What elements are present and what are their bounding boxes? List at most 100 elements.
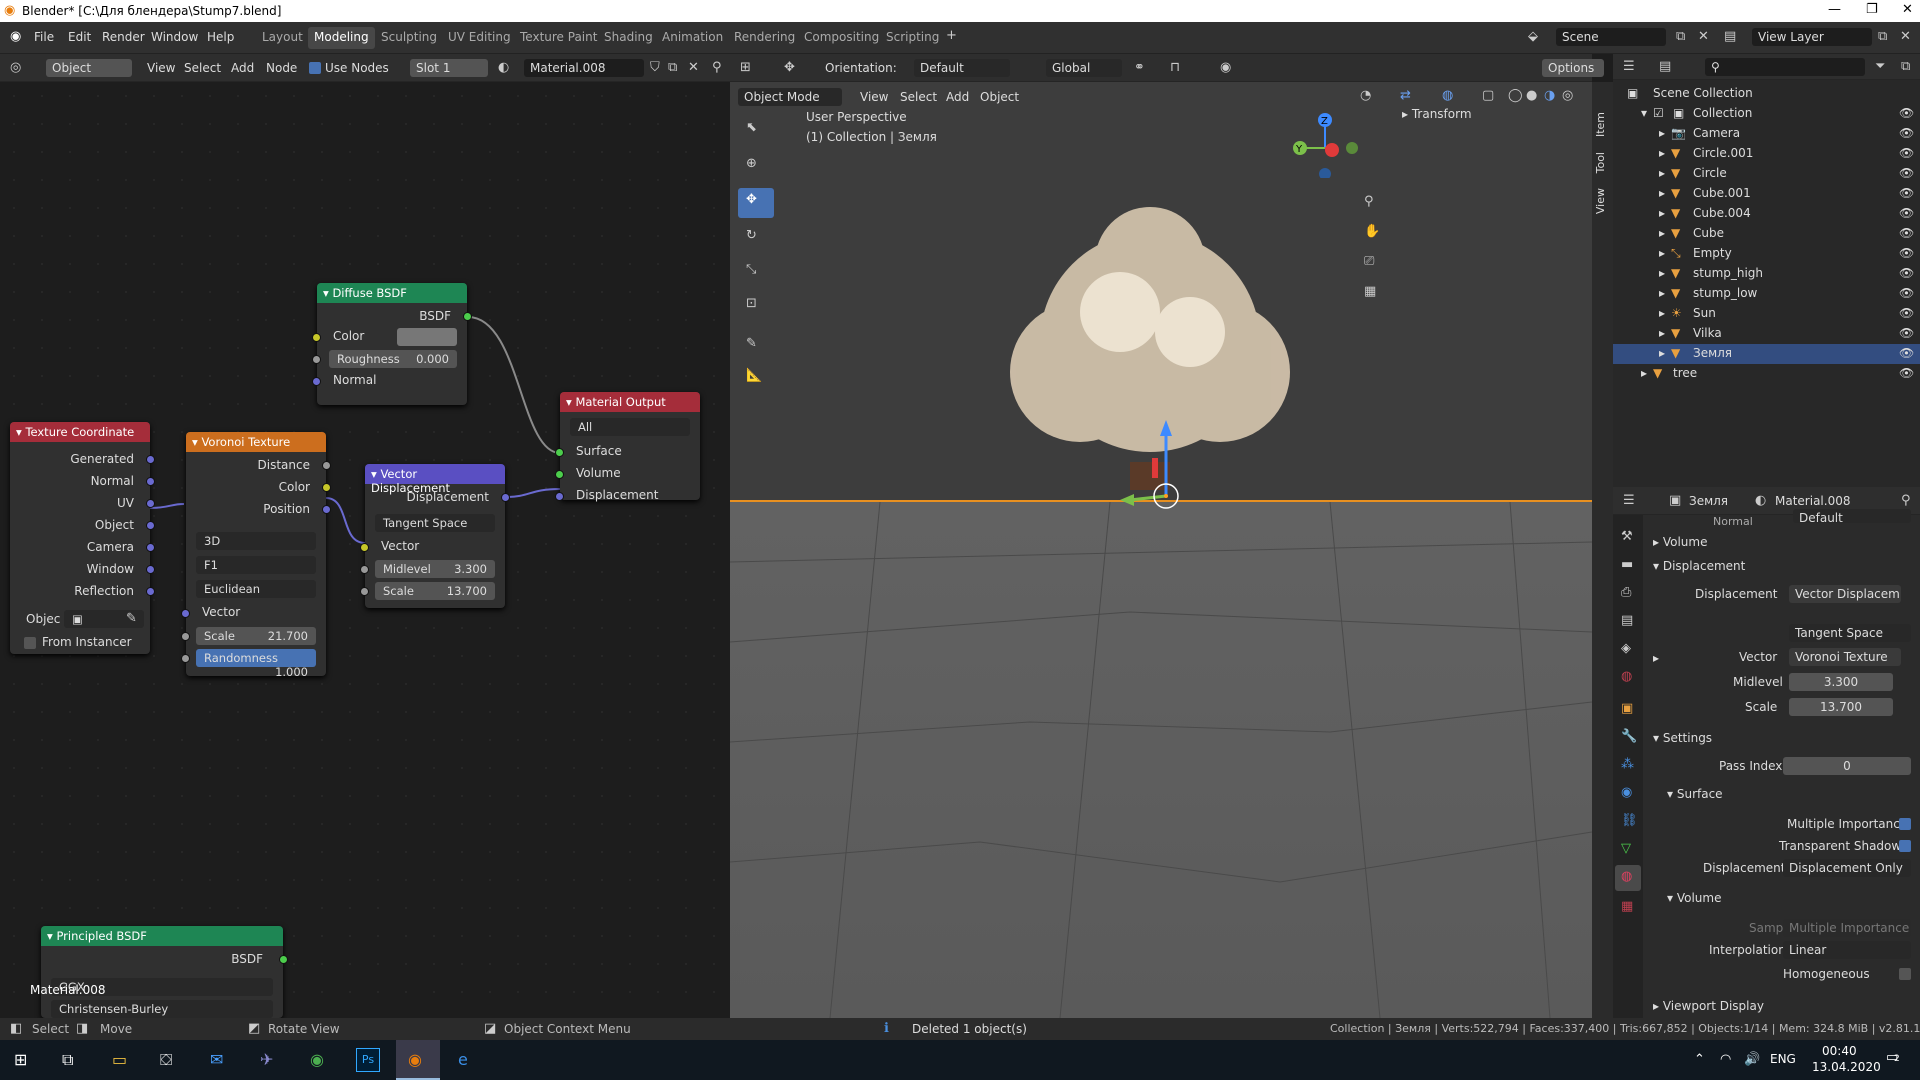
expand-arrow-icon[interactable]: ▸ <box>1659 246 1665 260</box>
material-sphere-icon[interactable]: ◐ <box>498 60 509 75</box>
vector-link-field[interactable]: Voronoi Texture <box>1789 648 1901 666</box>
viewport-editor-type-icon[interactable]: ⊞ <box>740 60 751 75</box>
edge-icon[interactable]: e <box>458 1050 468 1069</box>
menu-help[interactable]: Help <box>207 30 234 44</box>
3d-viewport[interactable]: Object Mode View Select Add Object ◔ ⇄ ◍… <box>730 82 1592 1018</box>
window-socket[interactable] <box>146 565 155 574</box>
display-mode-icon[interactable]: ▤ <box>1659 59 1671 74</box>
outliner-row-circle[interactable]: ▸ ▼ Circle 👁 <box>1613 164 1920 184</box>
eye-icon[interactable]: 👁 <box>1899 146 1914 160</box>
volume-input-socket[interactable] <box>555 470 564 479</box>
eye-icon[interactable]: 👁 <box>1899 246 1914 260</box>
principled-bsdf-node[interactable]: ▾ Principled BSDF BSDF GGX Christensen-B… <box>41 926 288 1018</box>
tab-shading[interactable]: Shading <box>598 27 659 49</box>
output-tab-icon[interactable]: ⎙ <box>1621 585 1631 600</box>
viewport-menu-object[interactable]: Object <box>980 90 1019 104</box>
ortho-toggle-icon[interactable]: ▦ <box>1364 284 1376 299</box>
vector-displacement-node[interactable]: ▾ Vector Displacement Displacement Tange… <box>360 464 510 608</box>
menu-render[interactable]: Render <box>102 30 145 44</box>
network-icon[interactable]: ◠ <box>1720 1052 1731 1067</box>
multiple-importance-checkbox[interactable] <box>1899 818 1911 830</box>
diffuse-roughness-socket[interactable] <box>312 355 321 364</box>
object-tab-icon[interactable]: ▣ <box>1621 701 1633 716</box>
eye-icon[interactable]: 👁 <box>1899 206 1914 220</box>
normal-socket[interactable] <box>146 477 155 486</box>
expand-arrow-icon[interactable]: ▸ <box>1659 186 1665 200</box>
voronoi-randomness-socket[interactable] <box>181 654 190 663</box>
expand-arrow-icon[interactable]: ▸ <box>1659 126 1665 140</box>
new-scene-icon[interactable]: ⧉ <box>1676 29 1685 44</box>
tab-texture-paint[interactable]: Texture Paint <box>514 27 603 49</box>
surface-subpanel-header[interactable]: ▾ Surface <box>1667 787 1723 801</box>
render-tab-icon[interactable]: ▬ <box>1621 557 1633 572</box>
tab-uv-editing[interactable]: UV Editing <box>442 27 517 49</box>
constraints-tab-icon[interactable]: ⛓ <box>1621 813 1638 828</box>
move-tool-icon[interactable]: ✥ <box>746 192 757 207</box>
view-layer-icon[interactable]: ▤ <box>1724 29 1736 44</box>
normal-dropdown[interactable]: Default <box>1793 509 1911 523</box>
viewport-menu-add[interactable]: Add <box>946 90 969 104</box>
eye-icon[interactable]: 👁 <box>1899 186 1914 200</box>
pivot-point-icon[interactable]: ⚭ <box>1134 60 1145 75</box>
outliner-row-collection[interactable]: ▾ ☑ ▣ Collection 👁 <box>1613 104 1920 124</box>
eye-icon[interactable]: 👁 <box>1899 286 1914 300</box>
outliner-row-земля[interactable]: ▸ ▼ Земля 👁 <box>1613 344 1920 364</box>
menu-select[interactable]: Select <box>184 61 221 75</box>
store-icon[interactable]: ⛋ <box>160 1050 172 1070</box>
object-socket[interactable] <box>146 521 155 530</box>
vecdisp-scale-socket[interactable] <box>360 587 369 596</box>
outliner-row-scene-collection[interactable]: ▣ Scene Collection <box>1613 84 1920 104</box>
voronoi-color-socket[interactable] <box>322 483 331 492</box>
viewport-menu-view[interactable]: View <box>860 90 888 104</box>
use-nodes-checkbox[interactable] <box>309 62 321 74</box>
chrome-icon[interactable]: ◉ <box>310 1050 324 1069</box>
diffuse-color-socket[interactable] <box>312 333 321 342</box>
navigation-gizmo[interactable]: Z Y <box>1290 108 1360 178</box>
vector-expand-icon[interactable]: ▸ <box>1653 651 1659 665</box>
voronoi-header[interactable]: ▾ Voronoi Texture <box>186 432 326 452</box>
reflection-socket[interactable] <box>146 587 155 596</box>
editor-type-icon[interactable]: ◎ <box>10 60 21 75</box>
voronoi-metric-dropdown[interactable]: Euclidean <box>196 580 316 598</box>
viewport-menu-select[interactable]: Select <box>900 90 937 104</box>
material-tab-icon[interactable]: ◍ <box>1621 869 1632 884</box>
expand-arrow-icon[interactable]: ▸ <box>1659 226 1665 240</box>
material-output-node[interactable]: ▾ Material Output All Surface Volume Dis… <box>555 392 700 502</box>
diffuse-roughness-field[interactable]: Roughness 0.000 <box>329 350 457 368</box>
voronoi-dimensions-dropdown[interactable]: 3D <box>196 532 316 550</box>
duplicate-material-icon[interactable]: ⧉ <box>668 60 677 75</box>
tab-sculpting[interactable]: Sculpting <box>375 27 443 49</box>
zoom-icon[interactable]: ⚲ <box>1364 194 1374 209</box>
expand-arrow-icon[interactable]: ▸ <box>1659 266 1665 280</box>
camera-socket[interactable] <box>146 543 155 552</box>
displacement-link-field[interactable]: Vector Displacem... <box>1789 585 1901 603</box>
voronoi-texture-node[interactable]: ▾ Voronoi Texture Distance Color Positio… <box>181 432 331 679</box>
menu-file[interactable]: File <box>34 30 54 44</box>
expand-arrow-icon[interactable]: ▸ <box>1659 346 1665 360</box>
tab-rendering[interactable]: Rendering <box>728 27 801 49</box>
new-collection-icon[interactable]: ⧉ <box>1901 59 1910 74</box>
view-layer-selector[interactable]: View Layer <box>1752 28 1872 46</box>
properties-editor-icon[interactable]: ☰ <box>1623 493 1635 508</box>
outliner-row-cube-004[interactable]: ▸ ▼ Cube.004 👁 <box>1613 204 1920 224</box>
measure-tool-icon[interactable]: 📐 <box>746 368 762 383</box>
tab-item[interactable]: Item <box>1594 112 1607 137</box>
voronoi-scale-socket[interactable] <box>181 632 190 641</box>
volume-icon[interactable]: 🔊 <box>1744 1052 1760 1067</box>
maximize-icon[interactable]: ❐ <box>1866 2 1878 17</box>
tab-layout[interactable]: Layout <box>256 27 309 49</box>
physics-tab-icon[interactable]: ◉ <box>1621 785 1632 800</box>
modifier-tab-icon[interactable]: 🔧 <box>1621 729 1637 744</box>
outliner-row-sun[interactable]: ▸ ☀ Sun 👁 <box>1613 304 1920 324</box>
vecdisp-output-socket[interactable] <box>501 493 510 502</box>
pin-icon[interactable]: ⚲ <box>712 60 722 75</box>
object-type-dropdown[interactable]: Object <box>46 59 132 77</box>
voronoi-vector-socket[interactable] <box>181 609 190 618</box>
tab-compositing[interactable]: Compositing <box>798 27 885 49</box>
voronoi-distance-socket[interactable] <box>322 461 331 470</box>
proportional-edit-icon[interactable]: ◉ <box>1220 60 1231 75</box>
principled-output-socket[interactable] <box>279 955 288 964</box>
material-output-header[interactable]: ▾ Material Output <box>560 392 700 412</box>
tray-chevron-icon[interactable]: ⌃ <box>1694 1052 1705 1067</box>
uv-socket[interactable] <box>146 499 155 508</box>
